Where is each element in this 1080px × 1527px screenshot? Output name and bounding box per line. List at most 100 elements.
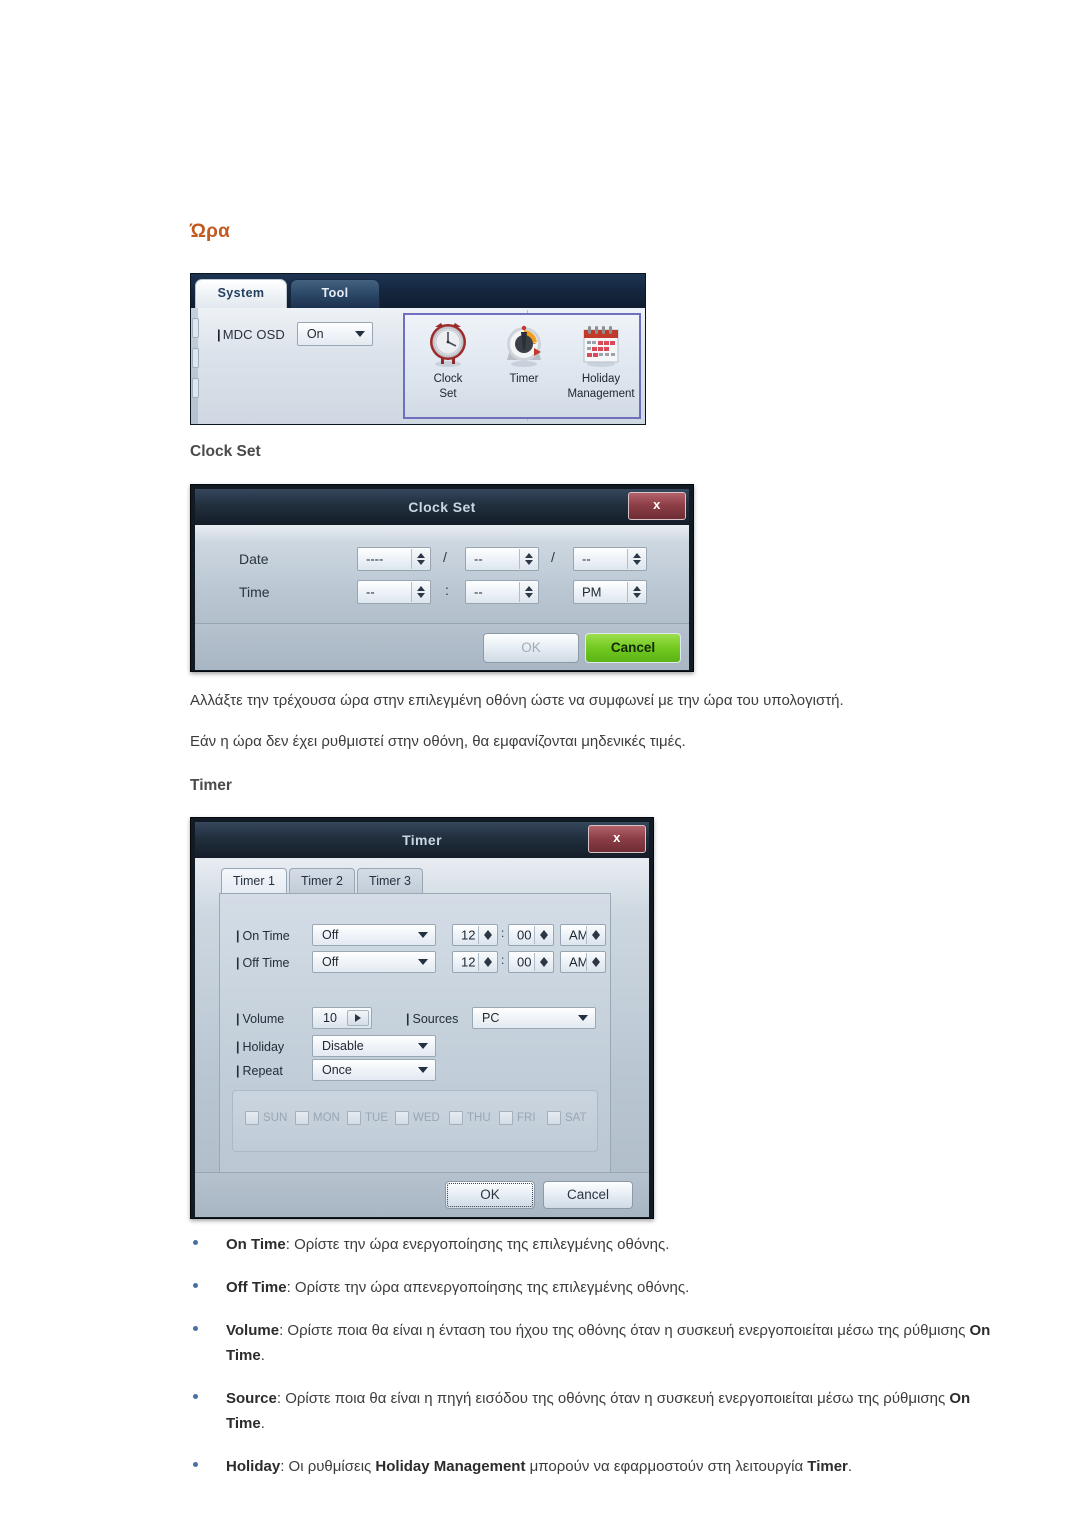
on-time-meridiem-spinner[interactable]: AM bbox=[560, 924, 606, 946]
ribbon-button-clock-set[interactable]: Clock Set bbox=[411, 319, 485, 401]
volume-label: | Volume bbox=[236, 1012, 284, 1026]
repeat-dropdown[interactable]: Once bbox=[312, 1059, 436, 1081]
chevron-down-icon bbox=[418, 959, 428, 965]
bullet-term: On Time bbox=[226, 1236, 286, 1253]
weekday-checkbox-group: SUN MON TUE WED THU FRI SAT bbox=[232, 1090, 598, 1152]
chevron-right-icon[interactable] bbox=[347, 1010, 369, 1026]
checkbox-icon[interactable] bbox=[347, 1111, 361, 1125]
time-icon-group: Clock Set Timer Holiday Management bbox=[403, 313, 641, 419]
weekday-sun[interactable]: SUN bbox=[245, 1111, 287, 1125]
weekday-mon[interactable]: MON bbox=[295, 1111, 340, 1125]
clock-set-ok-button[interactable]: OK bbox=[483, 633, 579, 663]
sources-dropdown[interactable]: PC bbox=[472, 1007, 596, 1029]
spinner-arrows-icon[interactable] bbox=[519, 549, 537, 569]
spinner-arrows-icon[interactable] bbox=[627, 582, 645, 602]
bullet-text-holiday: Holiday: Οι ρυθμίσεις Holiday Management… bbox=[226, 1458, 852, 1475]
spinner-arrows-icon[interactable] bbox=[534, 926, 552, 944]
bullet-rest: : Ορίστε την ώρα απενεργοποίησης της επι… bbox=[286, 1279, 690, 1296]
time-minute-spinner[interactable]: -- bbox=[465, 580, 539, 604]
weekday-thu[interactable]: THU bbox=[449, 1111, 491, 1125]
off-time-hour-spinner[interactable]: 12 bbox=[452, 951, 498, 973]
ribbon-button-clock-set-line1: Clock bbox=[433, 373, 463, 385]
spinner-arrows-icon[interactable] bbox=[586, 926, 604, 944]
section-heading-clock-set: Clock Set bbox=[190, 443, 261, 460]
time-minute-value: -- bbox=[474, 584, 483, 600]
clock-set-time-label: Time bbox=[239, 584, 270, 600]
bullet-term: Volume bbox=[226, 1322, 280, 1339]
tab-timer-3[interactable]: Timer 3 bbox=[357, 868, 423, 894]
date-month-spinner[interactable]: -- bbox=[465, 547, 539, 571]
mdc-osd-label: | MDC OSD bbox=[217, 327, 285, 342]
off-time-minute-spinner[interactable]: 00 bbox=[508, 951, 554, 973]
tab-timer-2[interactable]: Timer 2 bbox=[289, 868, 355, 894]
time-meridiem-value: PM bbox=[582, 584, 602, 600]
volume-stepper[interactable]: 10 bbox=[312, 1007, 372, 1029]
spinner-arrows-icon[interactable] bbox=[411, 549, 429, 569]
off-time-label-text: Off Time bbox=[242, 956, 290, 970]
timer-footer: OK Cancel bbox=[195, 1172, 649, 1217]
off-time-meridiem-spinner[interactable]: AM bbox=[560, 951, 606, 973]
close-icon[interactable]: x bbox=[588, 825, 646, 853]
list-item: Off Time: Ορίστε την ώρα απενεργοποίησης… bbox=[190, 1275, 1000, 1300]
label-bar-marker: | bbox=[236, 1012, 240, 1026]
spinner-arrows-icon[interactable] bbox=[478, 953, 496, 971]
bullet-dot-icon bbox=[193, 1326, 198, 1331]
mdc-ribbon-screenshot: System Tool | MDC OSD On Clock Set Timer… bbox=[190, 273, 646, 425]
spinner-arrows-icon[interactable] bbox=[411, 582, 429, 602]
off-time-mode-dropdown[interactable]: Off bbox=[312, 951, 436, 973]
timer-title-text: Timer bbox=[402, 832, 442, 848]
date-day-spinner[interactable]: -- bbox=[573, 547, 647, 571]
bullet-text-volume: Volume: Ορίστε ποια θα είναι η ένταση το… bbox=[226, 1322, 990, 1364]
weekday-tue[interactable]: TUE bbox=[347, 1111, 388, 1125]
checkbox-icon[interactable] bbox=[245, 1111, 259, 1125]
label-bar-marker: | bbox=[406, 1012, 410, 1026]
date-year-value: ---- bbox=[366, 551, 384, 567]
on-time-minute-spinner[interactable]: 00 bbox=[508, 924, 554, 946]
sources-value: PC bbox=[482, 1011, 500, 1025]
weekday-sat[interactable]: SAT bbox=[547, 1111, 587, 1125]
checkbox-icon[interactable] bbox=[295, 1111, 309, 1125]
tab-timer-1[interactable]: Timer 1 bbox=[221, 868, 287, 894]
off-time-mode-value: Off bbox=[322, 955, 339, 969]
ribbon-button-holiday-management[interactable]: Holiday Management bbox=[561, 319, 641, 401]
ribbon-tabbar: System Tool bbox=[191, 274, 645, 308]
timer-body: Timer 1 Timer 2 Timer 3 | On Time Off 12 … bbox=[195, 858, 649, 1173]
off-time-colon: : bbox=[501, 953, 505, 967]
spinner-arrows-icon[interactable] bbox=[586, 953, 604, 971]
ribbon-button-timer[interactable]: Timer bbox=[487, 319, 561, 388]
paragraph-1: Αλλάξτε την τρέχουσα ώρα στην επιλεγμένη… bbox=[190, 692, 844, 709]
on-time-mode-dropdown[interactable]: Off bbox=[312, 924, 436, 946]
spinner-arrows-icon[interactable] bbox=[519, 582, 537, 602]
ribbon-tab-system[interactable]: System bbox=[195, 279, 287, 308]
on-time-hour-spinner[interactable]: 12 bbox=[452, 924, 498, 946]
ribbon-tab-tool[interactable]: Tool bbox=[290, 279, 380, 308]
chevron-down-icon bbox=[418, 932, 428, 938]
bullet-rest-3: . bbox=[847, 1458, 853, 1475]
bullet-text-source: Source: Ορίστε ποια θα είναι η πηγή εισό… bbox=[226, 1390, 970, 1432]
holiday-dropdown[interactable]: Disable bbox=[312, 1035, 436, 1057]
weekday-fri[interactable]: FRI bbox=[499, 1111, 536, 1125]
timer-ok-button[interactable]: OK bbox=[445, 1181, 535, 1209]
checkbox-icon[interactable] bbox=[499, 1111, 513, 1125]
weekday-sun-label: SUN bbox=[263, 1112, 288, 1124]
timer-cancel-button[interactable]: Cancel bbox=[543, 1181, 633, 1209]
clock-set-cancel-button[interactable]: Cancel bbox=[585, 633, 681, 663]
calendar-icon bbox=[561, 319, 641, 371]
spinner-arrows-icon[interactable] bbox=[534, 953, 552, 971]
section-heading-timer: Timer bbox=[190, 777, 232, 794]
weekday-wed-label: WED bbox=[413, 1112, 440, 1124]
bullet-term: Holiday bbox=[226, 1458, 281, 1475]
checkbox-icon[interactable] bbox=[449, 1111, 463, 1125]
on-time-label-text: On Time bbox=[242, 929, 290, 943]
checkbox-icon[interactable] bbox=[395, 1111, 409, 1125]
spinner-arrows-icon[interactable] bbox=[478, 926, 496, 944]
time-hour-spinner[interactable]: -- bbox=[357, 580, 431, 604]
label-bar-marker: | bbox=[236, 956, 240, 970]
weekday-wed[interactable]: WED bbox=[395, 1111, 440, 1125]
time-meridiem-spinner[interactable]: PM bbox=[573, 580, 647, 604]
mdc-osd-dropdown[interactable]: On bbox=[296, 322, 373, 346]
date-year-spinner[interactable]: ---- bbox=[357, 547, 431, 571]
close-icon[interactable]: x bbox=[628, 492, 686, 520]
spinner-arrows-icon[interactable] bbox=[627, 549, 645, 569]
checkbox-icon[interactable] bbox=[547, 1111, 561, 1125]
